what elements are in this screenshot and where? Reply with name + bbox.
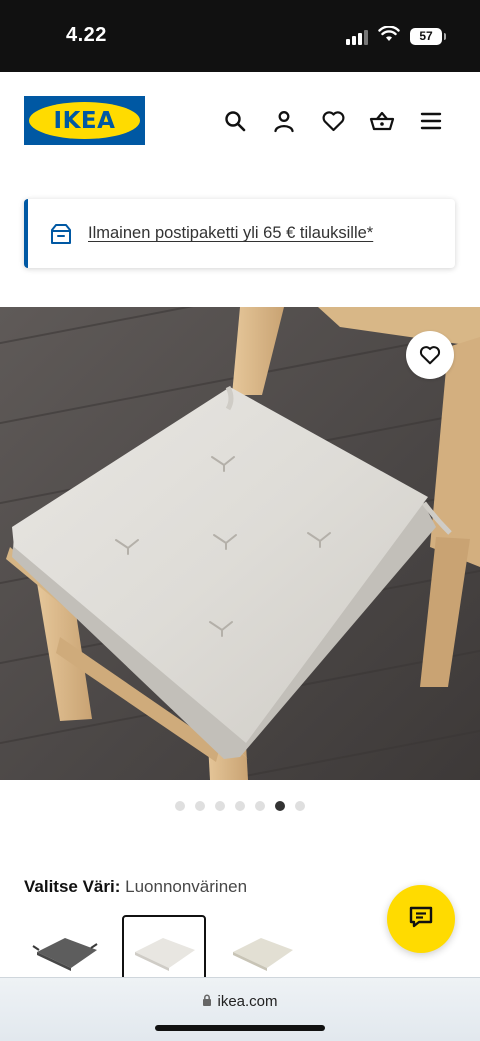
status-bar: 4.22 57	[0, 0, 480, 72]
chat-icon	[408, 905, 434, 934]
ikea-logo[interactable]: IKEA	[24, 96, 145, 145]
color-label-title: Valitse Väri:	[24, 877, 121, 896]
carousel-dot[interactable]	[295, 801, 305, 811]
cellular-signal-icon	[346, 29, 368, 45]
carousel-dot[interactable]	[215, 801, 225, 811]
carousel-dots	[0, 801, 480, 811]
shopping-basket-icon[interactable]	[369, 108, 395, 134]
site-header: IKEA	[0, 72, 480, 172]
account-icon[interactable]	[271, 108, 297, 134]
browser-address-bar[interactable]: ikea.com	[0, 977, 480, 1041]
lock-icon	[202, 993, 212, 1010]
url-display[interactable]: ikea.com	[0, 993, 480, 1010]
status-icons: 57	[346, 25, 446, 47]
battery-icon: 57	[410, 28, 446, 45]
menu-icon[interactable]	[418, 108, 444, 134]
heart-icon[interactable]	[320, 108, 346, 134]
chat-button[interactable]	[387, 885, 455, 953]
wifi-icon	[378, 25, 400, 47]
carousel-dot[interactable]	[175, 801, 185, 811]
url-text: ikea.com	[217, 993, 278, 1010]
carousel-dot[interactable]	[195, 801, 205, 811]
home-indicator[interactable]	[155, 1025, 325, 1031]
promo-banner[interactable]: Ilmainen postipaketti yli 65 € tilauksil…	[24, 199, 455, 268]
logo-text: IKEA	[53, 107, 116, 134]
heart-icon	[418, 344, 442, 366]
status-time: 4.22	[66, 24, 107, 46]
color-label-value: Luonnonvärinen	[125, 877, 248, 896]
carousel-dot[interactable]	[235, 801, 245, 811]
search-icon[interactable]	[222, 108, 248, 134]
color-select-label: Valitse Väri: Luonnonvärinen	[24, 877, 247, 897]
delivery-box-icon	[48, 221, 74, 247]
logo-oval: IKEA	[29, 102, 140, 139]
carousel-dot[interactable]	[255, 801, 265, 811]
favorite-button[interactable]	[406, 331, 454, 379]
product-image[interactable]	[0, 307, 480, 780]
promo-link[interactable]: Ilmainen postipaketti yli 65 € tilauksil…	[88, 224, 373, 243]
header-actions	[222, 108, 444, 134]
carousel-dot[interactable]	[275, 801, 285, 811]
